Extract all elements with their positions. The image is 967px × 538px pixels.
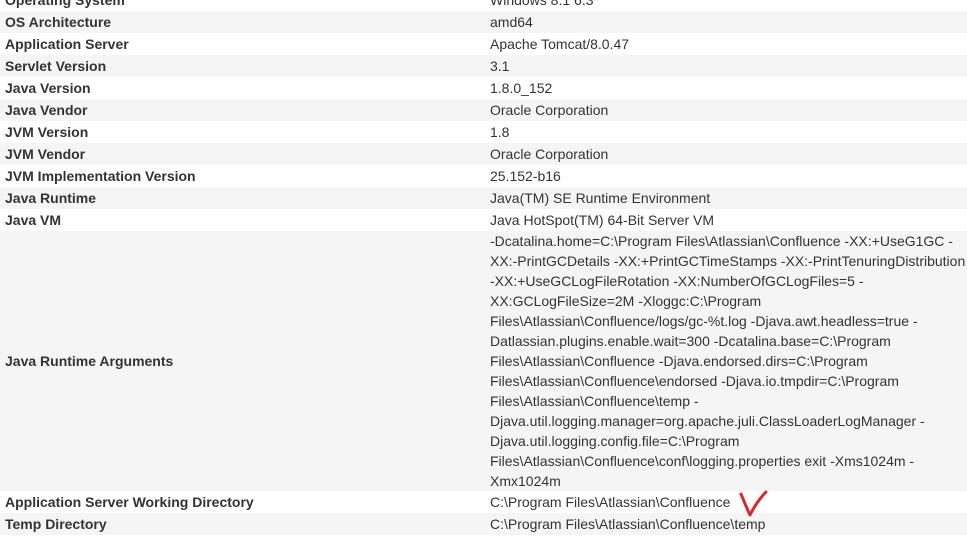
table-row: Temp Directory C:\Program Files\Atlassia…	[0, 513, 967, 535]
table-row: Operating System Windows 8.1 6.3	[0, 0, 967, 11]
row-label-jvm-vendor: JVM Vendor	[0, 143, 485, 165]
runtime-args-line: Datlassian.plugins.enable.wait=300 -Dcat…	[490, 333, 891, 349]
row-label-os-architecture: OS Architecture	[0, 11, 485, 33]
runtime-args-line: -Dcatalina.home=C:\Program Files\Atlassi…	[490, 233, 953, 249]
row-label-java-vm: Java VM	[0, 209, 485, 231]
table-row: Application Server Apache Tomcat/8.0.47	[0, 33, 967, 55]
table-row: Java VM Java HotSpot(TM) 64-Bit Server V…	[0, 209, 967, 231]
runtime-args-line: Files\Atlassian\Confluence\endorsed -Dja…	[490, 373, 899, 389]
row-value-java-vendor: Oracle Corporation	[485, 99, 967, 121]
row-value-java-runtime-arguments: -Dcatalina.home=C:\Program Files\Atlassi…	[485, 231, 967, 491]
table-row: JVM Version 1.8	[0, 121, 967, 143]
table-row: Java Runtime Arguments -Dcatalina.home=C…	[0, 231, 967, 491]
table-row: Java Runtime Java(TM) SE Runtime Environ…	[0, 187, 967, 209]
system-info-table: Operating System Windows 8.1 6.3 OS Arch…	[0, 0, 967, 535]
runtime-args-line: Djava.util.logging.config.file=C:\Progra…	[490, 433, 740, 449]
row-label-java-version: Java Version	[0, 77, 485, 99]
runtime-args-line: Djava.util.logging.manager=org.apache.ju…	[490, 413, 925, 429]
row-label-app-server-working-directory: Application Server Working Directory	[0, 491, 485, 513]
runtime-args-line: Files\Atlassian\Confluence\temp -	[490, 393, 699, 409]
runtime-args-line: Files\Atlassian\Confluence\conf\logging.…	[490, 453, 915, 469]
row-value-java-version: 1.8.0_152	[485, 77, 967, 99]
row-value-operating-system: Windows 8.1 6.3	[485, 0, 967, 11]
row-label-java-vendor: Java Vendor	[0, 99, 485, 121]
row-label-temp-directory: Temp Directory	[0, 513, 485, 535]
runtime-args-line: XX:GCLogFileSize=2M -Xloggc:C:\Program	[490, 293, 762, 309]
row-value-servlet-version: 3.1	[485, 55, 967, 77]
table-row: JVM Implementation Version 25.152-b16	[0, 165, 967, 187]
runtime-args-line: Files\Atlassian\Confluence/logs/gc-%t.lo…	[490, 313, 918, 329]
row-value-java-runtime: Java(TM) SE Runtime Environment	[485, 187, 967, 209]
runtime-args-line: XX:-PrintGCDetails -XX:+PrintGCTimeStamp…	[490, 253, 966, 269]
row-value-java-vm: Java HotSpot(TM) 64-Bit Server VM	[485, 209, 967, 231]
table-row: OS Architecture amd64	[0, 11, 967, 33]
row-value-temp-directory: C:\Program Files\Atlassian\Confluence\te…	[485, 513, 967, 535]
row-label-jvm-implementation-version: JVM Implementation Version	[0, 165, 485, 187]
table-row: Servlet Version 3.1	[0, 55, 967, 77]
table-row: Java Vendor Oracle Corporation	[0, 99, 967, 121]
runtime-args-line: Xmx1024m	[490, 473, 561, 489]
row-value-os-architecture: amd64	[485, 11, 967, 33]
table-row: Java Version 1.8.0_152	[0, 77, 967, 99]
row-label-java-runtime: Java Runtime	[0, 187, 485, 209]
row-label-java-runtime-arguments: Java Runtime Arguments	[0, 231, 485, 491]
row-value-app-server-working-directory: C:\Program Files\Atlassian\Confluence	[485, 491, 967, 513]
row-label-operating-system: Operating System	[0, 0, 485, 11]
row-value-application-server: Apache Tomcat/8.0.47	[485, 33, 967, 55]
handwritten-checkmark-icon	[739, 490, 768, 517]
row-label-application-server: Application Server	[0, 33, 485, 55]
row-value-jvm-version: 1.8	[485, 121, 967, 143]
row-label-servlet-version: Servlet Version	[0, 55, 485, 77]
row-value-jvm-implementation-version: 25.152-b16	[485, 165, 967, 187]
system-info-panel: Operating System Windows 8.1 6.3 OS Arch…	[0, 0, 967, 535]
runtime-args-line: -XX:+UseGCLogFileRotation -XX:NumberOfGC…	[490, 273, 864, 289]
table-row: Application Server Working Directory C:\…	[0, 491, 967, 513]
table-row: JVM Vendor Oracle Corporation	[0, 143, 967, 165]
runtime-args-line: Files\Atlassian\Confluence -Djava.endors…	[490, 353, 868, 369]
row-label-jvm-version: JVM Version	[0, 121, 485, 143]
row-value-jvm-vendor: Oracle Corporation	[485, 143, 967, 165]
